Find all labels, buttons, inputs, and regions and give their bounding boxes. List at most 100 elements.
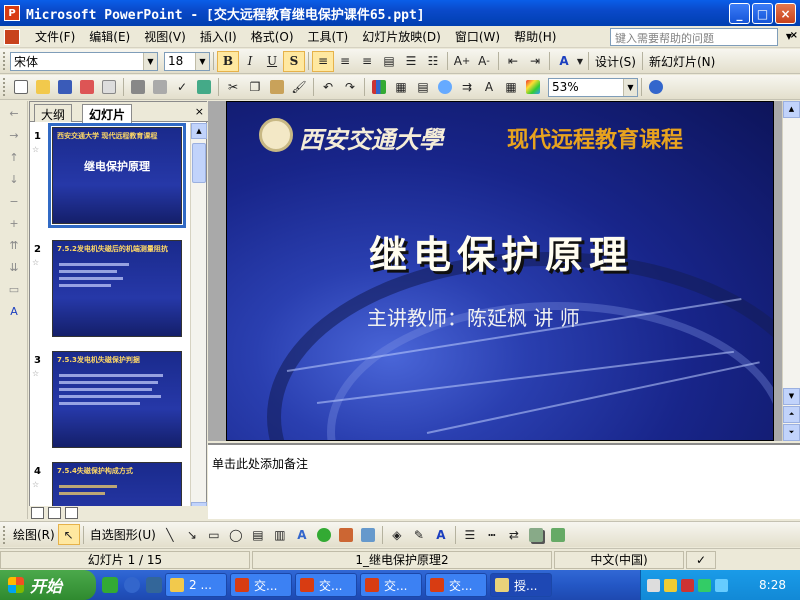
menu-insert[interactable]: 插入(I): [193, 28, 244, 45]
format-painter-icon[interactable]: 🖌: [288, 77, 310, 98]
email-icon[interactable]: [98, 77, 120, 98]
document-close-button[interactable]: ×: [790, 30, 798, 41]
chart-icon[interactable]: [368, 77, 390, 98]
font-select[interactable]: 宋体 ▼: [10, 51, 158, 71]
decrease-font-icon[interactable]: A-: [473, 51, 495, 72]
open-folder-icon[interactable]: [32, 77, 54, 98]
paste-icon[interactable]: [266, 77, 288, 98]
print-icon[interactable]: [127, 77, 149, 98]
increase-indent-icon[interactable]: ⇥: [524, 51, 546, 72]
minimize-button[interactable]: _: [729, 3, 750, 24]
align-left-icon[interactable]: ≡: [312, 50, 334, 72]
keyboard-icon[interactable]: [647, 578, 660, 592]
line-color-icon[interactable]: ✎: [408, 524, 430, 545]
slide-thumbnail[interactable]: 西安交通大学 现代远程教育课程 继电保护原理: [48, 123, 186, 228]
tray-app-icon[interactable]: [698, 578, 711, 592]
previous-slide-icon[interactable]: ⏶: [783, 406, 800, 423]
arrow-style-icon[interactable]: ⇄: [503, 524, 525, 545]
toolbar-grip[interactable]: [3, 78, 7, 96]
toolbar-grip[interactable]: [3, 52, 7, 70]
chevron-down-icon[interactable]: ▼: [195, 52, 209, 70]
menu-window[interactable]: 窗口(W): [448, 28, 507, 45]
show-formatting-icon[interactable]: A: [478, 77, 500, 98]
wordart-icon[interactable]: A: [291, 524, 313, 545]
help-icon[interactable]: [645, 77, 667, 98]
clipart-icon[interactable]: [335, 524, 357, 545]
task-powerpoint[interactable]: 交...: [295, 573, 357, 597]
notes-pane[interactable]: 单击此处添加备注: [208, 443, 800, 519]
expand-all-icon[interactable]: ⇊: [5, 261, 23, 277]
select-pointer-icon[interactable]: ↖: [57, 524, 80, 545]
3d-style-icon[interactable]: [547, 524, 569, 545]
document-icon[interactable]: [4, 28, 20, 45]
show-formatting-icon[interactable]: A: [5, 305, 23, 321]
task-powerpoint[interactable]: 交...: [360, 573, 422, 597]
color-icon[interactable]: [522, 77, 544, 98]
increase-font-icon[interactable]: A +: [451, 51, 473, 72]
arrow-icon[interactable]: ↘: [181, 524, 203, 545]
redo-icon[interactable]: ↷: [339, 77, 361, 98]
thumbnail-scrollbar[interactable]: ▲ ▼: [190, 123, 207, 518]
move-up-icon[interactable]: ↑: [5, 151, 23, 167]
menu-slideshow[interactable]: 幻灯片放映(D): [355, 28, 448, 45]
spelling-icon[interactable]: ✓: [171, 77, 193, 98]
panel-close-button[interactable]: ×: [195, 105, 204, 118]
powerpoint-icon[interactable]: P: [4, 5, 20, 21]
promote-icon[interactable]: ←: [5, 107, 23, 123]
volume-icon[interactable]: [715, 578, 728, 592]
chevron-down-icon[interactable]: ▼: [623, 78, 637, 96]
pen-icon[interactable]: [664, 578, 677, 592]
scroll-up-icon[interactable]: ▲: [783, 101, 800, 118]
task-powerpoint[interactable]: 交...: [230, 573, 292, 597]
chevron-down-icon[interactable]: ▼: [575, 51, 585, 72]
menu-edit[interactable]: 编辑(E): [82, 28, 137, 45]
expand-icon[interactable]: +: [5, 217, 23, 233]
font-color-icon[interactable]: A: [553, 51, 575, 72]
tab-slides[interactable]: 幻灯片: [82, 104, 133, 123]
tab-outline[interactable]: 大纲: [34, 104, 73, 122]
undo-icon[interactable]: ↶: [317, 77, 339, 98]
editor-scrollbar[interactable]: ▲ ▼ ⏶ ⏷: [782, 101, 800, 441]
save-icon[interactable]: [54, 77, 76, 98]
new-slide-button[interactable]: 新幻灯片(N): [646, 53, 718, 70]
font-color-icon[interactable]: A: [430, 524, 452, 545]
start-button[interactable]: 开始: [0, 570, 96, 600]
print-preview-icon[interactable]: [149, 77, 171, 98]
vertical-textbox-icon[interactable]: ▥: [269, 524, 291, 545]
design-button[interactable]: 设计(S): [592, 53, 639, 70]
scroll-thumb[interactable]: [192, 143, 206, 183]
zoom-select[interactable]: 53% ▼: [548, 77, 638, 97]
expand-icon[interactable]: ⇉: [456, 77, 478, 98]
slide-sorter-icon[interactable]: [48, 507, 61, 519]
ie-icon[interactable]: [124, 577, 140, 593]
slide-title[interactable]: 继电保护原理: [227, 224, 773, 279]
table-icon[interactable]: ▦: [390, 77, 412, 98]
task-folder[interactable]: 2 ...: [165, 573, 227, 597]
shadow-button[interactable]: S: [283, 50, 305, 72]
oval-icon[interactable]: ◯: [225, 524, 247, 545]
rectangle-icon[interactable]: ▭: [203, 524, 225, 545]
lecturer-text[interactable]: 主讲教师：陈延枫 讲 师: [367, 302, 580, 331]
tables-borders-icon[interactable]: ▤: [412, 77, 434, 98]
permission-icon[interactable]: [76, 77, 98, 98]
bold-button[interactable]: B: [217, 50, 239, 72]
autoshapes-button[interactable]: 自选图形(U): [87, 526, 159, 543]
menu-format[interactable]: 格式(O): [244, 28, 301, 45]
diagram-icon[interactable]: [313, 524, 335, 545]
draw-menu-button[interactable]: 绘图(R): [10, 526, 58, 543]
textbox-icon[interactable]: ▤: [247, 524, 269, 545]
scroll-down-icon[interactable]: ▼: [783, 388, 800, 405]
tray-app-icon[interactable]: [681, 578, 694, 592]
decrease-indent-icon[interactable]: ⇤: [502, 51, 524, 72]
close-button[interactable]: ×: [775, 3, 796, 24]
toolbar-grip[interactable]: [3, 525, 7, 544]
cut-icon[interactable]: ✂: [222, 77, 244, 98]
help-search-input[interactable]: 键入需要帮助的问题: [610, 28, 778, 46]
dash-style-icon[interactable]: ┅: [481, 524, 503, 545]
demote-icon[interactable]: →: [5, 129, 23, 145]
distribute-icon[interactable]: ▤: [378, 51, 400, 72]
slide-thumbnail[interactable]: 7.5.3发电机失磁保护判据: [52, 351, 182, 448]
grid-icon[interactable]: ▦: [500, 77, 522, 98]
hyperlink-icon[interactable]: [434, 77, 456, 98]
quicklaunch-icon[interactable]: [102, 577, 118, 593]
